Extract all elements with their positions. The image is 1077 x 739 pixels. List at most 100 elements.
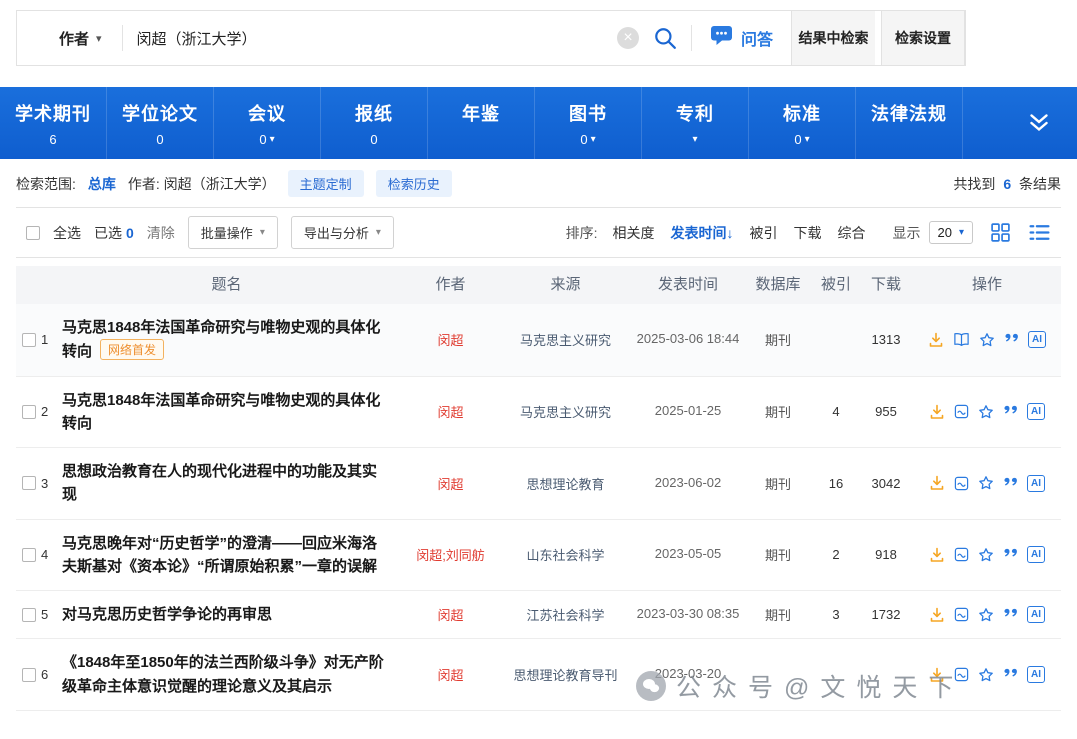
row-number: 1 — [41, 332, 49, 348]
cite-icon[interactable] — [1003, 668, 1018, 681]
chevron-down-icon: ▾ — [590, 133, 596, 145]
ai-assistant-button[interactable]: AI — [1027, 546, 1045, 564]
filter-bar: 检索范围: 总库 作者: 闵超（浙江大学） 主题定制 检索历史 共找到 6 条结… — [16, 170, 1061, 197]
primary-nav-tabs: 学术期刊 6 学位论文 0 会议 0 ▾ 报纸 0 年鉴 图书 0 ▾ 专利 ▾ 标准 0 ▾ 法律法规 — [0, 87, 963, 159]
cite-icon[interactable] — [1003, 477, 1018, 490]
html-read-icon[interactable] — [954, 547, 969, 562]
clear-search-icon[interactable]: × — [616, 27, 639, 49]
row-checkbox[interactable] — [22, 404, 36, 419]
sort-option-1[interactable]: 相关度 — [613, 223, 655, 243]
nav-tab-9[interactable]: 法律法规 — [856, 87, 963, 159]
source-link[interactable]: 思想理论教育 — [526, 477, 604, 492]
nav-tab-3[interactable]: 会议 0 ▾ — [214, 87, 321, 159]
favorite-icon[interactable] — [978, 667, 994, 683]
download-icon[interactable] — [929, 404, 945, 420]
author-link[interactable]: 闵超 — [437, 333, 463, 348]
read-online-icon[interactable] — [953, 332, 970, 347]
author-link[interactable]: 闵超 — [437, 608, 463, 623]
cite-icon[interactable] — [1003, 608, 1018, 621]
nav-tab-4[interactable]: 报纸 0 — [321, 87, 428, 159]
ai-assistant-button[interactable]: AI — [1027, 474, 1045, 492]
row-checkbox[interactable] — [22, 332, 36, 347]
sort-option-2[interactable]: 发表时间↓ — [671, 223, 734, 243]
select-all-label[interactable]: 全选 — [53, 223, 81, 243]
sort-option-5[interactable]: 综合 — [838, 223, 866, 243]
nav-tab-6[interactable]: 图书 0 ▾ — [535, 87, 642, 159]
article-title-link[interactable]: 马克思1848年法国革命研究与唯物史观的具体化转向 — [62, 392, 380, 432]
list-view-icon[interactable] — [1028, 222, 1051, 243]
article-title-link[interactable]: 《1848年至1850年的法兰西阶级斗争》对无产阶级革命主体意识觉醒的理论意义及… — [62, 654, 384, 694]
download-icon[interactable] — [929, 547, 945, 563]
ai-assistant-button[interactable]: AI — [1027, 666, 1045, 683]
cite-icon[interactable] — [1004, 333, 1019, 346]
search-input[interactable] — [122, 29, 617, 47]
export-analyze-dropdown[interactable]: 导出与分析 ▾ — [290, 216, 394, 249]
cited-count[interactable]: 3 — [813, 607, 859, 622]
search-icon[interactable] — [653, 26, 677, 50]
ai-assistant-button[interactable]: AI — [1027, 403, 1045, 421]
author-link[interactable]: 闵超 — [437, 477, 463, 492]
qa-link[interactable]: 问答 — [692, 25, 791, 51]
topic-custom-button[interactable]: 主题定制 — [287, 170, 364, 197]
clear-selection-button[interactable]: 清除 — [147, 223, 175, 243]
nav-tab-8[interactable]: 标准 0 ▾ — [749, 87, 856, 159]
chevron-down-icon: ▾ — [692, 133, 698, 145]
sort-option-3[interactable]: 被引 — [750, 223, 778, 243]
article-title-link[interactable]: 马克思晚年对“历史哲学”的澄清——回应米海洛夫斯基对《资本论》“所谓原始积累”一… — [62, 535, 377, 575]
source-link[interactable]: 江苏社会科学 — [526, 608, 604, 623]
favorite-icon[interactable] — [978, 475, 994, 491]
article-title-link[interactable]: 对马克思历史哲学争论的再审思 — [62, 606, 272, 623]
search-settings-button[interactable]: 检索设置 — [881, 11, 965, 65]
favorite-icon[interactable] — [979, 332, 995, 348]
search-in-results-button[interactable]: 结果中检索 — [791, 11, 875, 65]
html-read-icon[interactable] — [954, 607, 969, 622]
batch-actions-dropdown[interactable]: 批量操作 ▾ — [187, 216, 278, 249]
cited-count[interactable]: 2 — [813, 547, 859, 562]
row-checkbox[interactable] — [22, 667, 36, 682]
source-link[interactable]: 马克思主义研究 — [520, 333, 611, 348]
download-icon[interactable] — [929, 607, 945, 623]
ai-assistant-button[interactable]: AI — [1028, 331, 1046, 349]
nav-tab-5[interactable]: 年鉴 — [428, 87, 535, 159]
ai-assistant-button[interactable]: AI — [1027, 606, 1045, 624]
source-link[interactable]: 马克思主义研究 — [520, 405, 611, 420]
search-field-selector[interactable]: 作者 ▾ — [17, 28, 122, 49]
cited-count[interactable]: 4 — [813, 404, 859, 419]
nav-tab-2[interactable]: 学位论文 0 — [107, 87, 214, 159]
sort-option-4[interactable]: 下载 — [794, 223, 822, 243]
nav-tab-7[interactable]: 专利 ▾ — [642, 87, 749, 159]
sort-options: 相关度 发表时间↓ 被引 下载 综合 — [613, 223, 866, 243]
author-link[interactable]: 闵超;刘同舫 — [416, 548, 485, 563]
download-count: 918 — [875, 547, 897, 563]
column-header: 作者 — [435, 276, 466, 293]
article-title-link[interactable]: 思想政治教育在人的现代化进程中的功能及其实现 — [62, 463, 377, 503]
nav-tab-1[interactable]: 学术期刊 6 — [0, 87, 107, 159]
cite-icon[interactable] — [1003, 405, 1018, 418]
select-all-checkbox[interactable] — [26, 225, 40, 240]
cited-count[interactable]: 16 — [813, 476, 859, 491]
row-checkbox[interactable] — [22, 607, 36, 622]
html-read-icon[interactable] — [954, 476, 969, 491]
search-bar: 作者 ▾ × 问答 结果中检索 检索设置 — [16, 10, 966, 66]
cite-icon[interactable] — [1003, 548, 1018, 561]
source-link[interactable]: 思想理论教育导刊 — [513, 668, 617, 683]
row-checkbox[interactable] — [22, 547, 36, 562]
favorite-icon[interactable] — [978, 547, 994, 563]
search-history-button[interactable]: 检索历史 — [375, 170, 452, 197]
results-toolbar: 全选 已选 0 清除 批量操作 ▾ 导出与分析 ▾ 排序: 相关度 发表时间↓ 被引 下载综… — [16, 207, 1061, 258]
scope-value-link[interactable]: 总库 — [88, 174, 116, 194]
author-link[interactable]: 闵超 — [437, 405, 463, 420]
author-link[interactable]: 闵超 — [437, 668, 463, 683]
chevron-down-double-icon[interactable] — [1025, 112, 1053, 134]
download-icon[interactable] — [928, 332, 944, 348]
download-icon[interactable] — [929, 667, 945, 683]
row-checkbox[interactable] — [22, 476, 36, 491]
html-read-icon[interactable] — [954, 667, 969, 682]
source-link[interactable]: 山东社会科学 — [526, 548, 604, 563]
favorite-icon[interactable] — [978, 607, 994, 623]
html-read-icon[interactable] — [954, 404, 969, 419]
page-size-select[interactable]: 20 ▾ — [928, 221, 973, 244]
favorite-icon[interactable] — [978, 404, 994, 420]
grid-view-icon[interactable] — [990, 222, 1011, 243]
download-icon[interactable] — [929, 475, 945, 491]
